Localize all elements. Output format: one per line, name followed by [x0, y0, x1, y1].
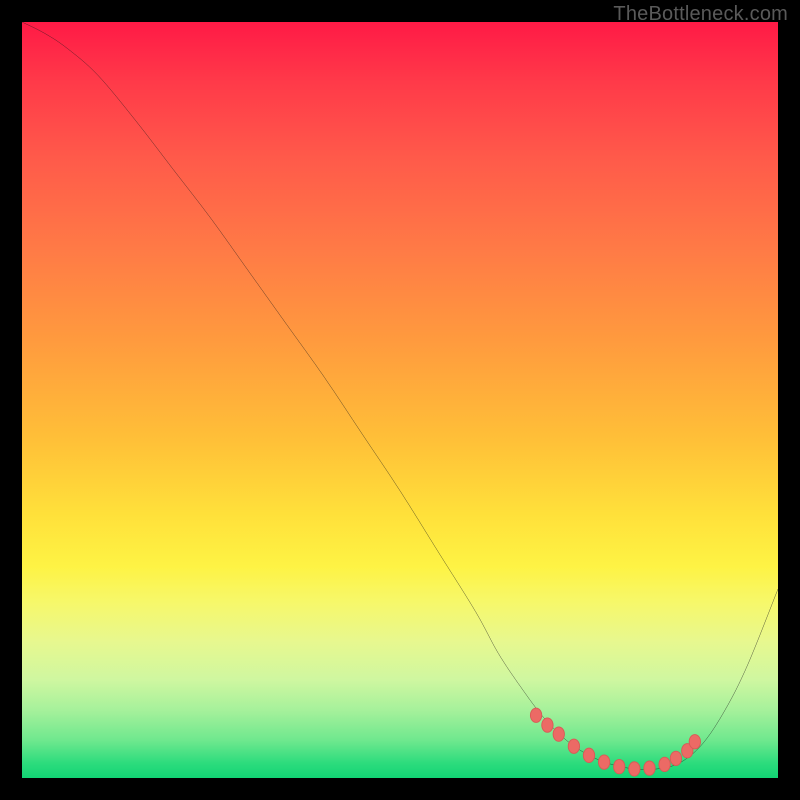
highlight-marker	[583, 748, 594, 762]
highlight-marker	[689, 735, 700, 749]
highlight-marker	[542, 718, 553, 732]
highlight-marker	[553, 727, 564, 741]
highlight-marker	[670, 751, 681, 765]
highlight-marker	[530, 708, 541, 722]
highlight-marker	[659, 757, 670, 771]
highlight-marker	[629, 762, 640, 776]
highlight-marker	[598, 755, 609, 769]
attribution-label: TheBottleneck.com	[613, 3, 788, 26]
highlight-markers-group	[530, 708, 700, 776]
highlight-marker	[644, 761, 655, 775]
highlight-marker	[568, 739, 579, 753]
curve-overlay	[22, 22, 778, 778]
bottleneck-curve-path	[22, 22, 778, 770]
chart-stage: TheBottleneck.com	[0, 0, 800, 800]
highlight-marker	[614, 759, 625, 773]
